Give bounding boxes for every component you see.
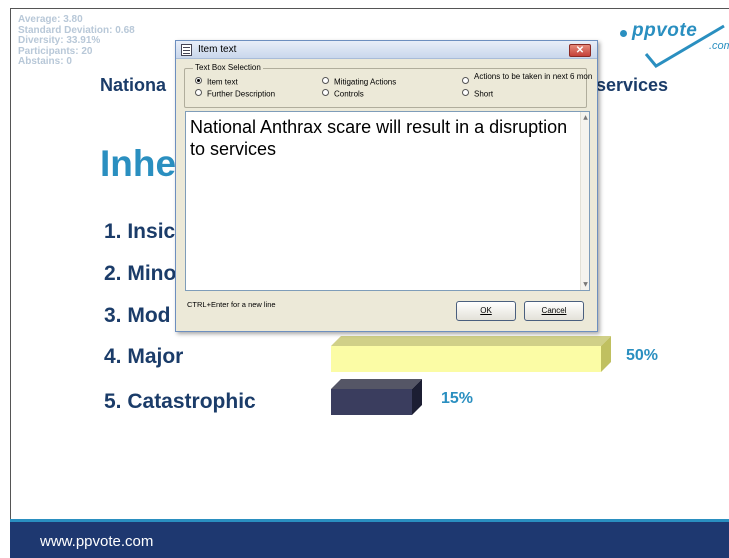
scroll-down-icon[interactable]: ▼ — [582, 281, 589, 288]
bar-catastrophic-top — [331, 379, 422, 389]
ok-button[interactable]: OK — [456, 301, 516, 321]
scroll-up-icon[interactable]: ▲ — [582, 114, 589, 121]
item-text-textarea[interactable]: National Anthrax scare will result in a … — [185, 111, 590, 291]
notepad-icon — [181, 44, 192, 56]
footer-url: www.ppvote.com — [40, 533, 154, 550]
text-box-selection-group: Text Box Selection Item text Mitigating … — [184, 63, 592, 108]
close-button[interactable]: ✕ — [569, 44, 591, 57]
radio-unselected-icon — [462, 89, 469, 97]
radio-mitigating-actions[interactable]: Mitigating Actions — [322, 77, 396, 86]
radio-unselected-icon — [322, 77, 329, 85]
item-text-dialog: Item text ✕ Text Box Selection Item text… — [175, 40, 598, 332]
bar-major-top — [331, 336, 611, 346]
cancel-button-label: Cancel — [541, 306, 567, 315]
percent-label-major: 50% — [626, 347, 659, 364]
bar-major — [331, 346, 601, 372]
radio-actions-next-6-months[interactable]: Actions to be taken in next 6 months — [462, 73, 592, 89]
percent-label-catastrophic: 15% — [441, 390, 474, 407]
radio-controls[interactable]: Controls — [322, 89, 364, 98]
item-text-value: National Anthrax scare will result in a … — [190, 117, 568, 159]
radio-unselected-icon — [195, 89, 202, 97]
ok-button-label: OK — [480, 306, 492, 315]
radio-selected-icon — [195, 77, 202, 85]
group-label: Text Box Selection — [193, 63, 263, 72]
radio-unselected-icon — [322, 89, 329, 97]
radio-short[interactable]: Short — [462, 89, 493, 98]
dialog-title: Item text — [198, 44, 237, 55]
radio-further-description[interactable]: Further Description — [195, 89, 275, 98]
dialog-titlebar[interactable]: Item text ✕ — [176, 41, 597, 59]
radio-item-text[interactable]: Item text — [195, 77, 238, 86]
radio-unselected-icon — [462, 76, 469, 84]
bar-catastrophic — [331, 389, 412, 415]
textarea-scrollbar[interactable]: ▲ ▼ — [580, 112, 589, 290]
cancel-button[interactable]: Cancel — [524, 301, 584, 321]
slide-footer: www.ppvote.com — [10, 522, 729, 558]
newline-hint: CTRL+Enter for a new line — [187, 300, 276, 309]
